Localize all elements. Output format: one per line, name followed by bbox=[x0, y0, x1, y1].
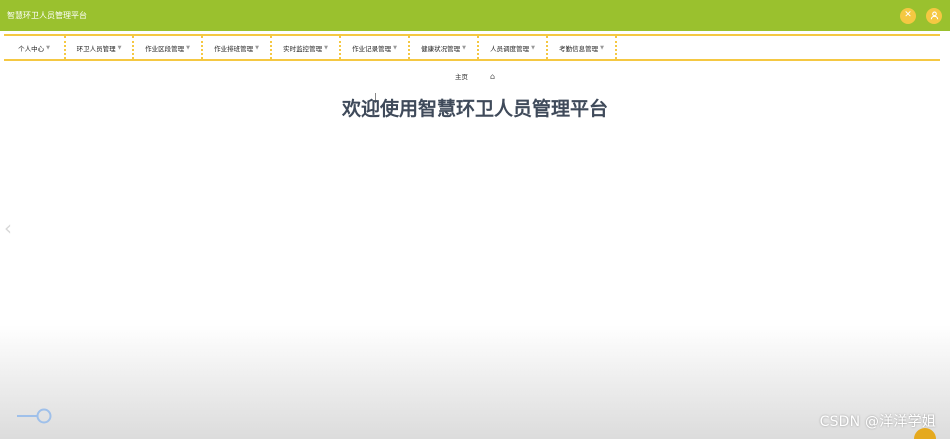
nav-item-label: 人员调度管理 bbox=[490, 44, 530, 53]
watermark: CSDN @洋洋学姐 bbox=[819, 414, 936, 430]
close-icon[interactable]: ✕ bbox=[900, 7, 916, 24]
chevron-down-icon: ▼ bbox=[324, 44, 328, 51]
page: 智慧环卫人员管理平台 ✕ 个人中心 ▼ 环卫人员管理 ▼ 作业区段管理 ▼ 作业排班管… bbox=[0, 0, 950, 439]
nav-item-label: 环卫人员管理 bbox=[76, 44, 116, 53]
nav-item-work-records[interactable]: 作业记录管理 ▼ bbox=[341, 36, 410, 59]
nav-item-realtime-monitor[interactable]: 实时监控管理 ▼ bbox=[272, 36, 341, 59]
nav-item-work-sections[interactable]: 作业区段管理 ▼ bbox=[134, 36, 203, 59]
nav-item-label: 作业区段管理 bbox=[145, 44, 185, 53]
nav-item-health-status[interactable]: 健康状况管理 ▼ bbox=[410, 36, 479, 59]
bottom-gradient bbox=[0, 325, 950, 439]
chevron-down-icon: ▼ bbox=[186, 44, 190, 51]
header-actions: ✕ bbox=[900, 7, 942, 24]
chevron-down-icon: ▼ bbox=[600, 44, 604, 51]
user-glyph bbox=[930, 11, 938, 20]
nav-item-label: 个人中心 bbox=[18, 44, 45, 53]
chevron-down-icon: ▼ bbox=[531, 44, 535, 51]
nav-item-attendance[interactable]: 考勤信息管理 ▼ bbox=[548, 36, 617, 59]
chevron-down-icon: ▼ bbox=[255, 44, 259, 51]
nav-item-sanitation-staff[interactable]: 环卫人员管理 ▼ bbox=[66, 36, 134, 59]
nav-item-label: 实时监控管理 bbox=[283, 44, 323, 53]
nav-item-work-schedule[interactable]: 作业排班管理 ▼ bbox=[203, 36, 272, 59]
welcome-heading: 欢迎使用智慧环卫人员管理平台 bbox=[341, 98, 608, 120]
chevron-down-icon: ▼ bbox=[46, 44, 50, 51]
nav-item-label: 健康状况管理 bbox=[421, 44, 461, 53]
nav-item-staff-dispatch[interactable]: 人员调度管理 ▼ bbox=[479, 36, 548, 59]
home-icon[interactable]: ⌂ bbox=[490, 72, 495, 81]
chevron-down-icon: ▼ bbox=[462, 44, 466, 51]
nav-item-label: 作业记录管理 bbox=[352, 44, 392, 53]
nav-item-label: 作业排班管理 bbox=[214, 44, 254, 53]
main-nav: 个人中心 ▼ 环卫人员管理 ▼ 作业区段管理 ▼ 作业排班管理 ▼ 实时监控管理 ▼ 作业… bbox=[4, 34, 940, 61]
chevron-down-icon: ▼ bbox=[117, 44, 122, 51]
breadcrumb: 主页 ⌂ bbox=[0, 71, 950, 82]
user-icon[interactable] bbox=[926, 7, 942, 24]
app-title: 智慧环卫人员管理平台 bbox=[7, 11, 87, 20]
key-icon[interactable] bbox=[17, 406, 53, 426]
nav-item-personal-center[interactable]: 个人中心 ▼ bbox=[4, 36, 66, 59]
chevron-left-icon[interactable]: ‹ bbox=[4, 218, 12, 238]
breadcrumb-home-link[interactable]: 主页 bbox=[455, 71, 468, 81]
top-header: 智慧环卫人员管理平台 ✕ bbox=[0, 0, 950, 31]
nav-item-label: 考勤信息管理 bbox=[559, 44, 599, 53]
chevron-down-icon: ▼ bbox=[393, 44, 397, 51]
